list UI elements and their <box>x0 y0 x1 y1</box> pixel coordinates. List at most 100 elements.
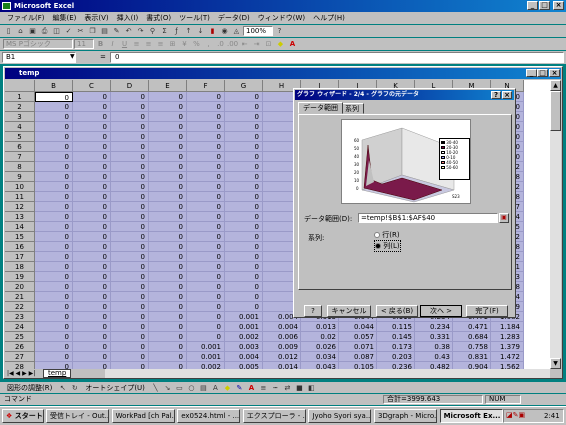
table-cell[interactable]: 0 <box>73 132 111 142</box>
row-header[interactable]: 14 <box>5 222 35 232</box>
back-button[interactable]: < 戻る(B) <box>376 305 418 317</box>
row-header[interactable]: 7 <box>5 152 35 162</box>
row-header[interactable]: 22 <box>5 302 35 312</box>
table-cell[interactable]: 0 <box>225 262 263 272</box>
table-cell[interactable]: 0 <box>35 292 73 302</box>
currency-icon[interactable]: ¥ <box>179 39 190 49</box>
table-cell[interactable]: 0 <box>35 132 73 142</box>
table-cell[interactable]: 0 <box>111 312 149 322</box>
row-header[interactable]: 15 <box>5 232 35 242</box>
dialog-help-icon-button[interactable]: ? <box>304 305 322 317</box>
table-cell[interactable]: 0 <box>149 312 187 322</box>
data-range-input[interactable]: =temp!$B$1:$AF$40 <box>358 213 498 223</box>
table-cell[interactable]: 0 <box>73 182 111 192</box>
name-box[interactable]: B1 <box>2 52 76 63</box>
table-cell[interactable]: 0 <box>73 242 111 252</box>
table-cell[interactable]: 0 <box>73 232 111 242</box>
table-cell[interactable]: 0 <box>149 102 187 112</box>
table-cell[interactable]: 0 <box>149 182 187 192</box>
table-cell[interactable]: 0 <box>187 252 225 262</box>
table-cell[interactable]: 0 <box>35 332 73 342</box>
table-cell[interactable]: 1.184 <box>491 322 524 332</box>
dialog-close-button[interactable]: × <box>502 91 512 99</box>
open-icon[interactable]: ⌂ <box>15 26 26 36</box>
row-header[interactable]: 19 <box>5 272 35 282</box>
table-cell[interactable]: 0 <box>111 242 149 252</box>
table-cell[interactable]: 0.001 <box>225 312 263 322</box>
table-cell[interactable]: 0 <box>73 252 111 262</box>
zoom-select[interactable]: 100% <box>243 26 273 36</box>
restore-button[interactable]: □ <box>539 1 550 10</box>
hyperlink-icon[interactable]: ⚲ <box>147 26 158 36</box>
table-cell[interactable]: 0 <box>35 242 73 252</box>
line-style-icon[interactable]: ≡ <box>258 383 269 393</box>
table-cell[interactable]: 0 <box>111 212 149 222</box>
table-cell[interactable]: 0 <box>73 212 111 222</box>
table-cell[interactable]: 0 <box>111 232 149 242</box>
dialog-tab-data-range[interactable]: データ範囲 <box>298 102 343 114</box>
menu-item[interactable]: 書式(O) <box>143 12 174 24</box>
table-cell[interactable]: 0 <box>187 212 225 222</box>
vertical-scrollbar[interactable]: ▲ ▼ <box>550 80 561 369</box>
table-cell[interactable]: 0 <box>111 332 149 342</box>
table-cell[interactable]: 0 <box>149 292 187 302</box>
align-right-icon[interactable]: ≡ <box>155 39 166 49</box>
decimal-dec-icon[interactable]: .00 <box>227 39 238 49</box>
table-cell[interactable]: 0 <box>149 172 187 182</box>
table-cell[interactable]: 0 <box>187 312 225 322</box>
finish-button[interactable]: 完了(F) <box>466 305 508 317</box>
print-icon[interactable]: ⎙ <box>39 26 50 36</box>
table-cell[interactable]: 0 <box>149 352 187 362</box>
table-cell[interactable]: 1.472 <box>491 352 524 362</box>
redo-icon[interactable]: ↷ <box>135 26 146 36</box>
table-cell[interactable]: 0 <box>187 332 225 342</box>
sort-asc-icon[interactable]: ↑ <box>183 26 194 36</box>
table-cell[interactable]: 0 <box>35 212 73 222</box>
table-cell[interactable]: 0 <box>111 302 149 312</box>
radio-col[interactable]: 列(L) <box>374 240 401 252</box>
table-cell[interactable]: 0 <box>111 152 149 162</box>
table-cell[interactable]: 0 <box>225 92 263 102</box>
table-cell[interactable]: 0 <box>73 322 111 332</box>
help-icon[interactable]: ? <box>274 26 285 36</box>
table-cell[interactable]: 0 <box>111 322 149 332</box>
wb-minimize-button[interactable]: _ <box>526 69 537 77</box>
row-header[interactable]: 17 <box>5 252 35 262</box>
table-cell[interactable]: 0 <box>73 352 111 362</box>
row-header[interactable]: 26 <box>5 342 35 352</box>
table-cell[interactable]: 0 <box>225 192 263 202</box>
table-cell[interactable]: 0 <box>35 172 73 182</box>
indent-inc-icon[interactable]: ⇥ <box>251 39 262 49</box>
taskbar-item[interactable]: エクスプローラ - ... <box>242 409 306 423</box>
table-cell[interactable]: 0 <box>111 202 149 212</box>
table-cell[interactable]: 0 <box>73 312 111 322</box>
table-cell[interactable]: 0 <box>149 332 187 342</box>
table-cell[interactable]: 0 <box>35 202 73 212</box>
table-cell[interactable]: 0 <box>111 162 149 172</box>
format-painter-icon[interactable]: ✎ <box>111 26 122 36</box>
menu-item[interactable]: データ(D) <box>215 12 253 24</box>
radio-row-icon[interactable] <box>374 232 380 238</box>
align-left-icon[interactable]: ≡ <box>131 39 142 49</box>
line-color-icon[interactable]: ✎ <box>234 383 245 393</box>
table-cell[interactable]: 0 <box>149 212 187 222</box>
table-cell[interactable]: 0 <box>73 92 111 102</box>
table-cell[interactable]: 0 <box>187 152 225 162</box>
row-header[interactable]: 27 <box>5 352 35 362</box>
table-cell[interactable]: 0 <box>187 92 225 102</box>
table-cell[interactable]: 0 <box>111 252 149 262</box>
column-header[interactable]: C <box>73 80 111 92</box>
decimal-inc-icon[interactable]: .0 <box>215 39 226 49</box>
table-cell[interactable]: 1.283 <box>491 332 524 342</box>
range-collapse-icon[interactable]: ▣ <box>499 213 509 223</box>
table-cell[interactable]: 0 <box>111 102 149 112</box>
table-cell[interactable]: 0 <box>35 272 73 282</box>
table-cell[interactable]: 0 <box>187 122 225 132</box>
taskbar-item[interactable]: 受信トレイ - Out... <box>46 409 109 423</box>
tab-nav-icons[interactable]: |◀ ◀ ▶ ▶| <box>7 369 35 378</box>
minimize-button[interactable]: _ <box>527 1 538 10</box>
scroll-down-icon[interactable]: ▼ <box>550 358 561 369</box>
table-cell[interactable]: 0 <box>149 222 187 232</box>
row-header[interactable]: 16 <box>5 242 35 252</box>
table-cell[interactable]: 0 <box>225 242 263 252</box>
